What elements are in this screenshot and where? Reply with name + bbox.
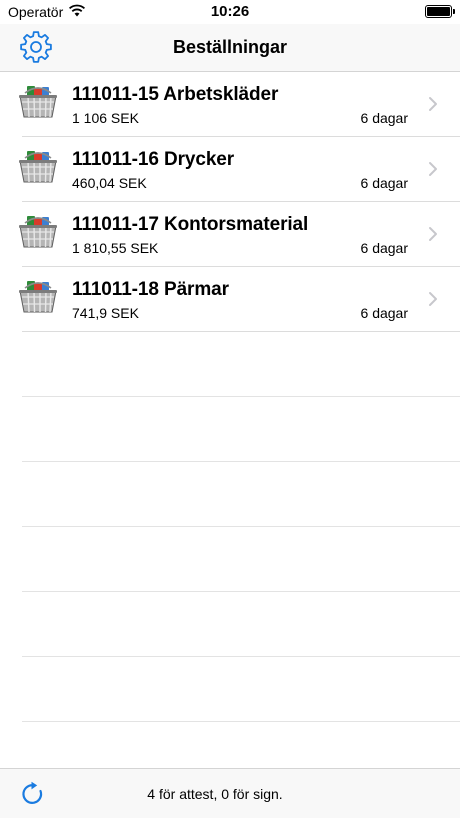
navigation-bar: Beställningar <box>0 24 460 72</box>
status-time: 10:26 <box>210 3 250 20</box>
order-age: 6 dagar <box>360 240 408 256</box>
bottom-toolbar: 4 för attest, 0 för sign. <box>0 768 460 818</box>
order-row[interactable]: 111011-18 Pärmar 741,9 SEK 6 dagar <box>0 267 460 332</box>
order-list: 111011-15 Arbetskläder 1 106 SEK 6 dagar… <box>0 72 460 332</box>
order-amount: 1 106 SEK <box>72 110 139 126</box>
shopping-basket-icon <box>19 151 57 183</box>
status-bar: Operatör 10:26 <box>0 0 460 24</box>
order-row[interactable]: 111011-17 Kontorsmaterial 1 810,55 SEK 6… <box>0 202 460 267</box>
approval-status-text: 4 för attest, 0 för sign. <box>147 786 283 802</box>
empty-row-separator <box>22 591 460 592</box>
order-title: 111011-16 Drycker <box>72 149 235 170</box>
chevron-right-icon <box>429 97 437 111</box>
empty-row-separator <box>22 461 460 462</box>
shopping-basket-icon <box>19 216 57 248</box>
empty-row-separator <box>22 721 460 722</box>
order-title: 111011-18 Pärmar <box>72 279 229 300</box>
order-amount: 741,9 SEK <box>72 305 139 321</box>
order-age: 6 dagar <box>360 175 408 191</box>
chevron-right-icon <box>429 162 437 176</box>
page-title: Beställningar <box>172 37 288 57</box>
empty-row-separator <box>22 656 460 657</box>
order-age: 6 dagar <box>360 305 408 321</box>
shopping-basket-icon <box>19 86 57 118</box>
order-amount: 460,04 SEK <box>72 175 147 191</box>
order-row[interactable]: 111011-16 Drycker 460,04 SEK 6 dagar <box>0 137 460 202</box>
chevron-right-icon <box>429 292 437 306</box>
order-title: 111011-15 Arbetskläder <box>72 84 279 105</box>
battery-icon <box>425 5 455 18</box>
empty-row-separator <box>22 526 460 527</box>
order-title: 111011-17 Kontorsmaterial <box>72 214 309 235</box>
shopping-basket-icon <box>19 281 57 313</box>
order-amount: 1 810,55 SEK <box>72 240 159 256</box>
empty-row-separator <box>22 396 460 397</box>
order-row[interactable]: 111011-15 Arbetskläder 1 106 SEK 6 dagar <box>0 72 460 137</box>
chevron-right-icon <box>429 227 437 241</box>
order-age: 6 dagar <box>360 110 408 126</box>
